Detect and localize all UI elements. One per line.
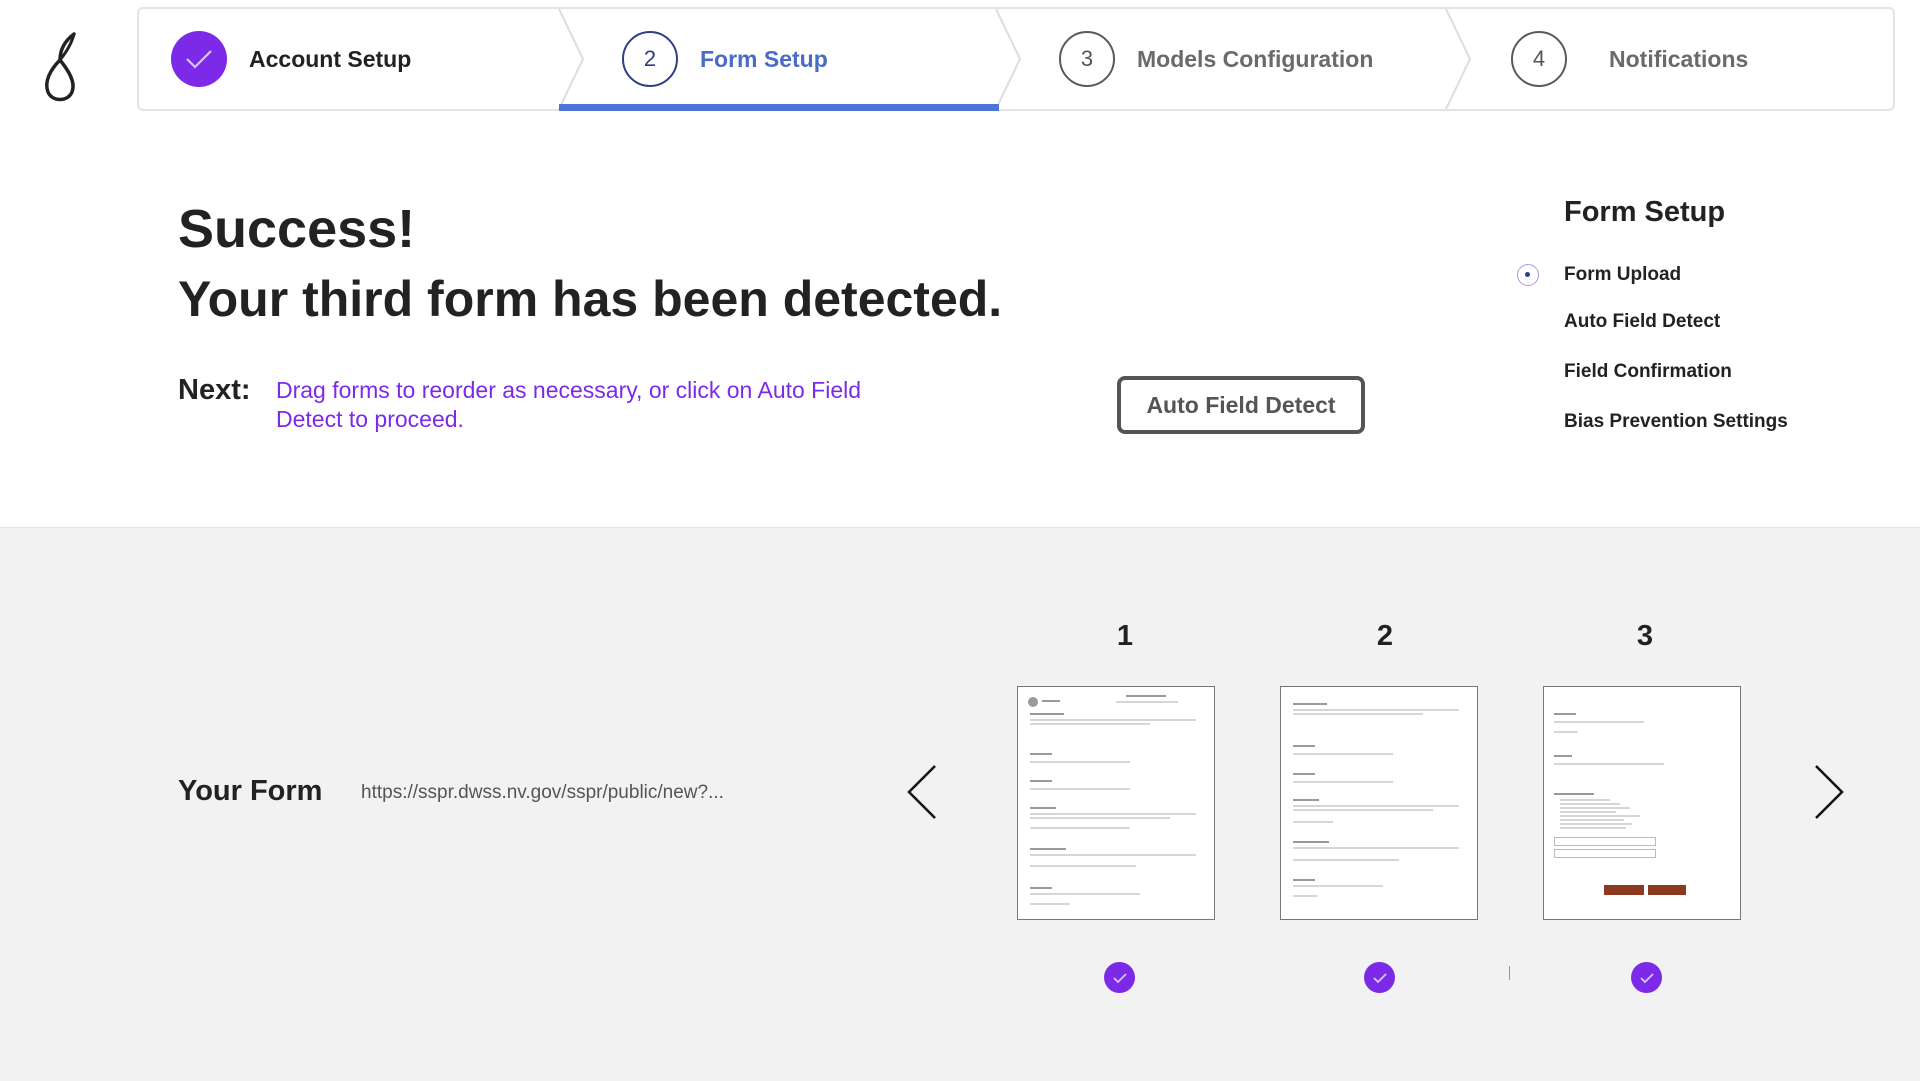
next-instructions: Drag forms to reorder as necessary, or c… [276, 377, 862, 432]
form-url: https://sspr.dwss.nv.gov/sspr/public/new… [361, 782, 724, 803]
next-label: Next: [178, 374, 251, 406]
substep-form-upload[interactable]: Form Upload [1564, 264, 1681, 286]
success-heading: Success! [178, 199, 416, 259]
checkmark-icon [171, 31, 227, 87]
step-notifications[interactable]: 4 Notifications [1511, 9, 1748, 109]
checkmark-icon [1639, 972, 1654, 983]
your-form-label: Your Form [178, 775, 323, 807]
progress-stepper: Account Setup 2 Form Setup 3 Models Conf… [137, 7, 1895, 111]
step-number: 4 [1511, 31, 1567, 87]
form-page-thumbnail-2[interactable] [1280, 686, 1478, 920]
step-separator [1445, 9, 1472, 109]
drop-divider [1509, 966, 1510, 980]
form-page-thumbnail-1[interactable] [1017, 686, 1215, 920]
step-separator [558, 9, 585, 109]
substep-auto-field-detect[interactable]: Auto Field Detect [1564, 311, 1720, 333]
step-label: Models Configuration [1137, 45, 1374, 72]
step-label: Notifications [1609, 45, 1749, 72]
page-number: 1 [1116, 620, 1134, 652]
chevron-right-icon[interactable] [1808, 762, 1848, 822]
detection-message: Your third form has been detected. [178, 271, 1003, 327]
step-form-setup[interactable]: 2 Form Setup [622, 9, 828, 109]
chevron-left-icon[interactable] [903, 762, 943, 822]
side-panel-title: Form Setup [1564, 196, 1726, 228]
form-page-thumbnail-3[interactable] [1543, 686, 1741, 920]
auto-field-detect-button[interactable]: Auto Field Detect [1117, 376, 1365, 434]
checkmark-icon [1372, 972, 1387, 983]
page-number: 2 [1376, 620, 1394, 652]
step-label: Account Setup [249, 45, 412, 72]
step-account-setup[interactable]: Account Setup [171, 9, 411, 109]
current-substep-radio-icon [1517, 264, 1539, 286]
active-step-indicator [559, 104, 999, 111]
page-selected-check-1[interactable] [1104, 962, 1135, 993]
page-selected-check-3[interactable] [1631, 962, 1662, 993]
step-label: Form Setup [700, 45, 828, 72]
substep-field-confirmation[interactable]: Field Confirmation [1564, 361, 1732, 383]
step-number: 3 [1059, 31, 1115, 87]
page-number: 3 [1636, 620, 1654, 652]
checkmark-icon [1112, 972, 1127, 983]
step-separator [995, 9, 1022, 109]
page-selected-check-2[interactable] [1364, 962, 1395, 993]
substep-bias-prevention-settings[interactable]: Bias Prevention Settings [1564, 411, 1788, 433]
pear-logo [45, 32, 76, 102]
step-number: 2 [622, 31, 678, 87]
step-models-configuration[interactable]: 3 Models Configuration [1059, 9, 1373, 109]
